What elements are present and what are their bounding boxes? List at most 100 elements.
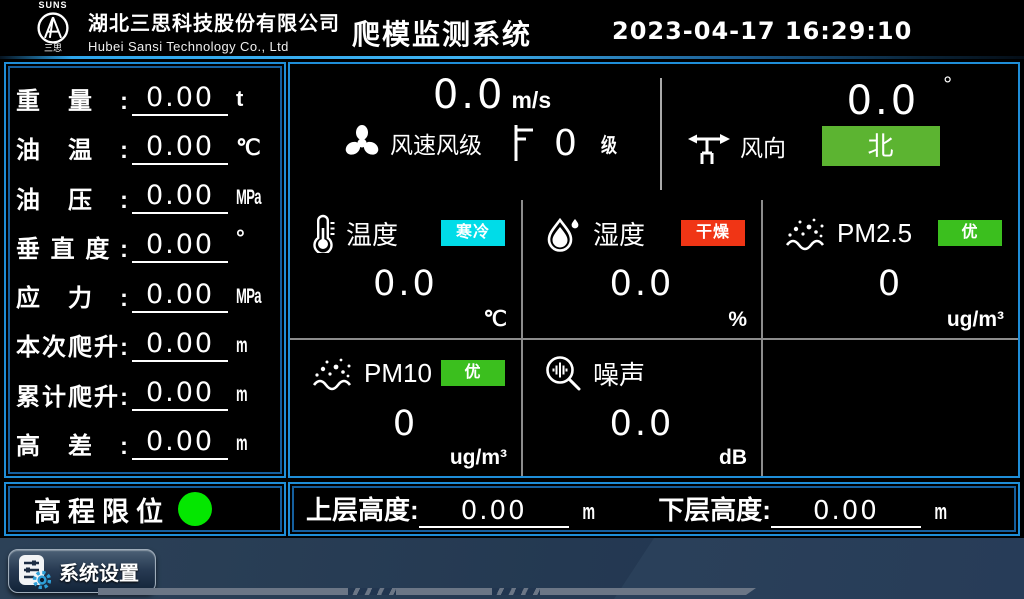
row-oil-pressure: 油压: 0.00 MPa bbox=[16, 173, 274, 222]
pm10-icon bbox=[310, 355, 354, 391]
row-total-climb: 累计爬升: 0.00 m bbox=[16, 370, 274, 419]
noise-icon bbox=[543, 353, 583, 393]
lower-height-group: 下层高度: 0.00 m bbox=[658, 490, 950, 528]
page-title: 爬模监测系统 bbox=[352, 13, 532, 53]
layer-heights-box: 上层高度: 0.00 m 下层高度: 0.00 m bbox=[288, 482, 1020, 536]
humidity-value: 0.0 bbox=[523, 264, 761, 304]
noise-value: 0.0 bbox=[523, 404, 761, 444]
sansi-logo-icon bbox=[24, 10, 82, 46]
pm25-status-badge: 优 bbox=[938, 220, 1002, 246]
noise-unit: dB bbox=[719, 446, 747, 470]
temperature-label: 温度 bbox=[346, 215, 398, 252]
oil-temp-value: 0.00 bbox=[132, 131, 228, 165]
current-climb-value: 0.00 bbox=[132, 328, 228, 362]
weight-label: 重量: bbox=[16, 81, 128, 116]
wind-speed-value: 0.0 bbox=[433, 72, 506, 118]
lower-height-value: 0.00 bbox=[771, 496, 921, 528]
bottom-bar: 系统设置 bbox=[0, 538, 1024, 599]
noise-cell: 噪声 0.0 dB bbox=[523, 338, 763, 476]
verticality-value: 0.00 bbox=[132, 229, 228, 263]
humidity-cell: 湿度 干燥 0.0 % bbox=[523, 200, 763, 338]
wind-level-flag-icon bbox=[512, 122, 536, 164]
pm10-status-badge: 优 bbox=[441, 360, 505, 386]
pm25-value: 0 bbox=[763, 264, 1018, 304]
total-climb-unit: m bbox=[236, 383, 247, 407]
measurements-panel: 重量: 0.00 t 油温: 0.00 ℃ 油压: 0.00 MPa 垂直度: … bbox=[4, 62, 286, 478]
weight-unit: t bbox=[236, 86, 274, 112]
wind-direction-label: 风向 bbox=[740, 129, 786, 163]
wind-level-unit: 级 bbox=[601, 129, 617, 158]
logo-sansi-text: 三思 bbox=[24, 44, 82, 53]
verticality-unit: ° bbox=[236, 233, 274, 243]
row-stress: 应力: 0.00 MPa bbox=[16, 271, 274, 320]
temperature-status-badge: 寒冷 bbox=[441, 220, 505, 246]
environment-panel: 0.0m/s 风速风级 0 级 bbox=[288, 62, 1020, 478]
pm25-cell: PM2.5 优 0 ug/m³ bbox=[763, 200, 1018, 338]
verticality-label: 垂直度: bbox=[16, 229, 128, 264]
company-logo: SUNS 三思 bbox=[24, 1, 82, 53]
decorative-stripe bbox=[98, 588, 756, 595]
height-diff-value: 0.00 bbox=[132, 426, 228, 460]
row-weight: 重量: 0.00 t bbox=[16, 74, 274, 123]
humidity-label: 湿度 bbox=[593, 215, 645, 252]
company-name-en: Hubei Sansi Technology Co., Ltd bbox=[88, 39, 340, 54]
pm10-unit: ug/m³ bbox=[450, 446, 507, 470]
fan-icon bbox=[342, 123, 382, 163]
stripe-slash-group bbox=[348, 588, 396, 595]
settings-sliders-icon bbox=[18, 553, 51, 589]
settings-button-label: 系统设置 bbox=[59, 557, 139, 586]
row-verticality: 垂直度: 0.00 ° bbox=[16, 222, 274, 271]
weight-value: 0.00 bbox=[132, 82, 228, 116]
temperature-cell: 温度 寒冷 0.0 ℃ bbox=[290, 200, 523, 338]
pm10-label: PM10 bbox=[364, 358, 432, 389]
stress-unit: MPa bbox=[236, 285, 261, 309]
current-climb-label: 本次爬升: bbox=[16, 327, 128, 362]
header: SUNS 三思 湖北三思科技股份有限公司 Hubei Sansi Technol… bbox=[0, 0, 1024, 56]
row-current-climb: 本次爬升: 0.00 m bbox=[16, 320, 274, 369]
pm25-label: PM2.5 bbox=[837, 218, 912, 249]
lower-height-label: 下层高度: bbox=[658, 490, 771, 527]
oil-temp-unit: ℃ bbox=[236, 135, 274, 161]
oil-temp-label: 油温: bbox=[16, 130, 128, 165]
wind-speed-unit: m/s bbox=[511, 87, 551, 113]
stress-value: 0.00 bbox=[132, 279, 228, 313]
header-divider bbox=[0, 56, 1024, 59]
datetime-display: 2023-04-17 16:29:10 bbox=[612, 17, 912, 45]
temperature-value: 0.0 bbox=[290, 264, 521, 304]
humidity-status-badge: 干燥 bbox=[681, 220, 745, 246]
wind-speed-block: 0.0m/s 风速风级 0 级 bbox=[290, 64, 660, 200]
stress-label: 应力: bbox=[16, 278, 128, 313]
logo-suns-text: SUNS bbox=[24, 1, 82, 10]
upper-height-unit: m bbox=[582, 499, 595, 525]
environment-grid: 温度 寒冷 0.0 ℃ 湿度 干燥 0.0 % bbox=[290, 200, 1018, 476]
elevation-limit-label: 高程限位 bbox=[34, 490, 170, 529]
upper-height-label: 上层高度: bbox=[306, 490, 419, 527]
company-name-cn: 湖北三思科技股份有限公司 bbox=[88, 7, 340, 36]
pm25-unit: ug/m³ bbox=[947, 308, 1004, 332]
wind-direction-unit: ° bbox=[943, 72, 952, 97]
lower-height-unit: m bbox=[934, 499, 947, 525]
total-climb-label: 累计爬升: bbox=[16, 377, 128, 412]
height-diff-label: 高差: bbox=[16, 426, 128, 461]
total-climb-value: 0.00 bbox=[132, 377, 228, 411]
wind-vane-icon bbox=[686, 126, 732, 166]
upper-height-group: 上层高度: 0.00 m bbox=[306, 490, 598, 528]
wind-level-value: 0 bbox=[554, 123, 577, 164]
wind-direction-block: 0.0 ° 风向 北 bbox=[660, 64, 1018, 200]
system-settings-button[interactable]: 系统设置 bbox=[8, 549, 156, 593]
row-oil-temp: 油温: 0.00 ℃ bbox=[16, 123, 274, 172]
wind-direction-badge: 北 bbox=[822, 126, 940, 166]
elevation-limit-indicator bbox=[178, 492, 212, 526]
noise-label: 噪声 bbox=[593, 355, 645, 392]
pm25-icon bbox=[783, 215, 827, 251]
upper-height-value: 0.00 bbox=[419, 496, 569, 528]
humidity-icon bbox=[543, 213, 583, 253]
height-diff-unit: m bbox=[236, 432, 247, 456]
oil-pressure-value: 0.00 bbox=[132, 180, 228, 214]
humidity-unit: % bbox=[728, 308, 747, 332]
row-height-diff: 高差: 0.00 m bbox=[16, 419, 274, 468]
oil-pressure-label: 油压: bbox=[16, 180, 128, 215]
wind-direction-value: 0.0 bbox=[847, 78, 920, 124]
pm10-cell: PM10 优 0 ug/m³ bbox=[290, 338, 523, 476]
temperature-unit: ℃ bbox=[483, 307, 507, 332]
